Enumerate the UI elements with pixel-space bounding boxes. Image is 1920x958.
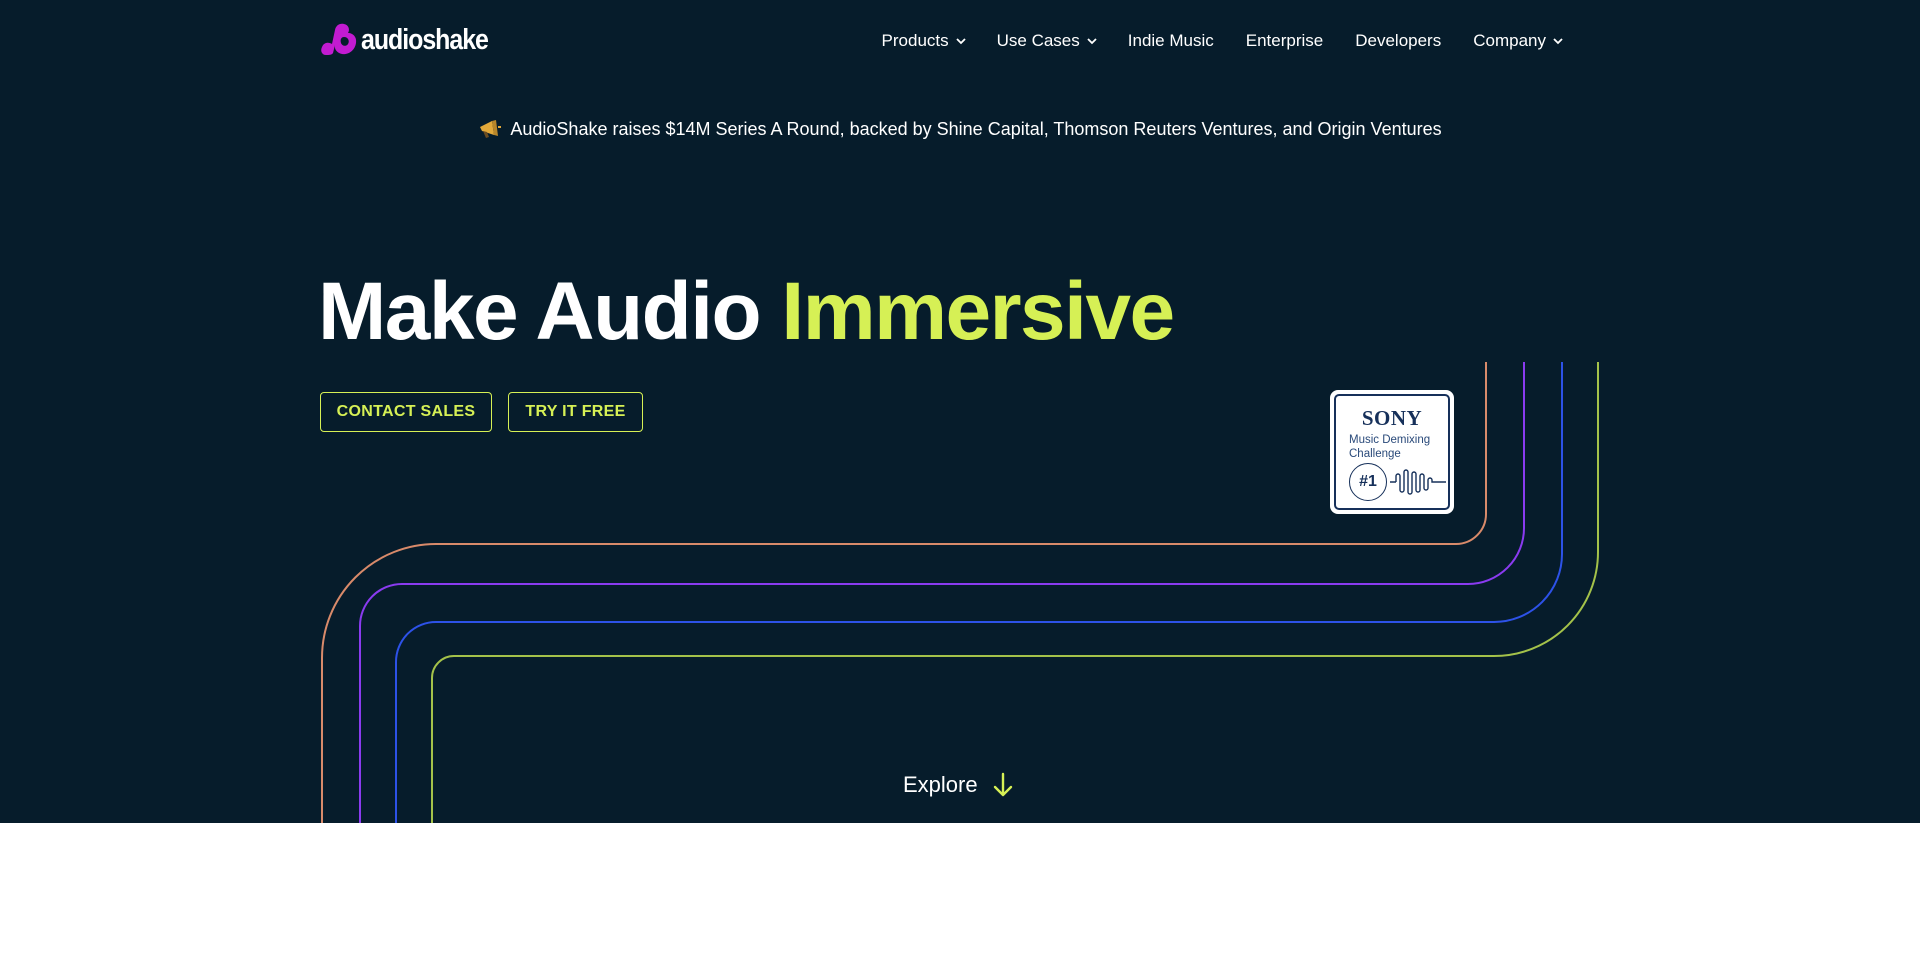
waveform-icon (1390, 469, 1446, 495)
chevron-down-icon (1087, 38, 1097, 45)
badge-subtitle: Music Demixing Challenge (1349, 433, 1430, 461)
nav-item-label: Enterprise (1245, 31, 1324, 50)
announcement-bar[interactable]: AudioShake raises $14M Series A Round, b… (0, 118, 1920, 140)
megaphone-icon (480, 120, 502, 138)
badge-subtitle-line2: Challenge (1349, 448, 1401, 460)
audioshake-logo-icon (321, 23, 357, 55)
chevron-down-icon (955, 38, 966, 45)
nav-item-label: Products (881, 31, 949, 50)
hero-section: audioshake Products Use Cases Indie Musi… (0, 0, 1920, 823)
announcement-text: AudioShake raises $14M Series A Round, b… (510, 118, 1442, 139)
nav-item-products[interactable]: Products (882, 31, 967, 51)
nav-item-label: Indie Music (1127, 31, 1214, 50)
nav-item-label: Developers (1355, 31, 1442, 50)
audioshake-logo[interactable]: audioshake (320, 22, 509, 58)
badge-subtitle-line1: Music Demixing (1349, 434, 1431, 446)
headline-plain: Make Audio (318, 266, 782, 357)
sony-mdx-badge: SONY Music Demixing Challenge #1 (1330, 390, 1454, 514)
nav-item-company[interactable]: Company (1473, 31, 1564, 51)
chevron-down-icon (1553, 38, 1563, 45)
explore-link[interactable]: Explore (903, 772, 1014, 798)
headline-accent: Immersive (781, 266, 1175, 357)
arrow-down-icon (993, 772, 1012, 797)
brand-name: audioshake (361, 23, 489, 56)
nav-item-label: Use Cases (996, 31, 1080, 50)
nav-item-label: Company (1473, 31, 1546, 50)
nav-item-use-cases[interactable]: Use Cases (997, 31, 1098, 51)
hero-headline: Make Audio Immersive (318, 262, 1175, 362)
contact-sales-button[interactable]: CONTACT SALES (320, 392, 492, 432)
badge-brand: SONY (1361, 406, 1423, 430)
nav-item-indie-music[interactable]: Indie Music (1128, 31, 1214, 51)
decor-line-orange (321, 362, 1487, 823)
try-it-free-button[interactable]: TRY IT FREE (508, 392, 643, 432)
main-nav: Products Use Cases Indie Music Enterpris… (882, 28, 1564, 54)
nav-item-developers[interactable]: Developers (1355, 31, 1441, 51)
explore-label: Explore (903, 772, 978, 797)
nav-item-enterprise[interactable]: Enterprise (1246, 31, 1323, 51)
badge-frame: SONY Music Demixing Challenge #1 (1334, 394, 1450, 510)
badge-rank: #1 (1349, 463, 1387, 501)
